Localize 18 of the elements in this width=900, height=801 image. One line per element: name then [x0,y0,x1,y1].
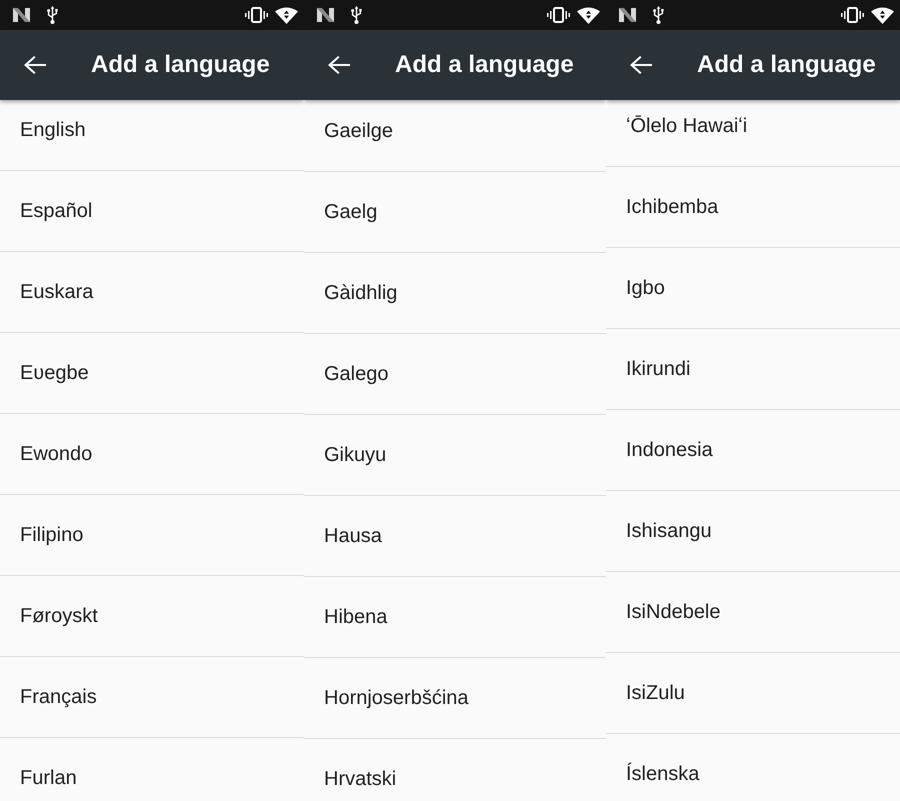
back-arrow-icon [24,55,46,75]
back-arrow-icon [630,55,652,75]
vibrate-icon [547,7,570,23]
wifi-icon [275,6,298,24]
letter-n-icon [13,8,30,22]
screen-title: Add a language [697,51,876,79]
screen-title: Add a language [91,51,270,79]
wifi-icon [871,6,894,24]
letter-n-icon [619,8,636,22]
vibrate-icon [841,7,864,23]
back-arrow-icon [328,55,350,75]
vibrate-icon [245,7,268,23]
screen-title: Add a language [395,51,574,79]
usb-icon [653,6,664,24]
usb-icon [47,6,58,24]
usb-icon [351,6,362,24]
letter-n-icon [317,8,334,22]
wifi-icon [577,6,600,24]
